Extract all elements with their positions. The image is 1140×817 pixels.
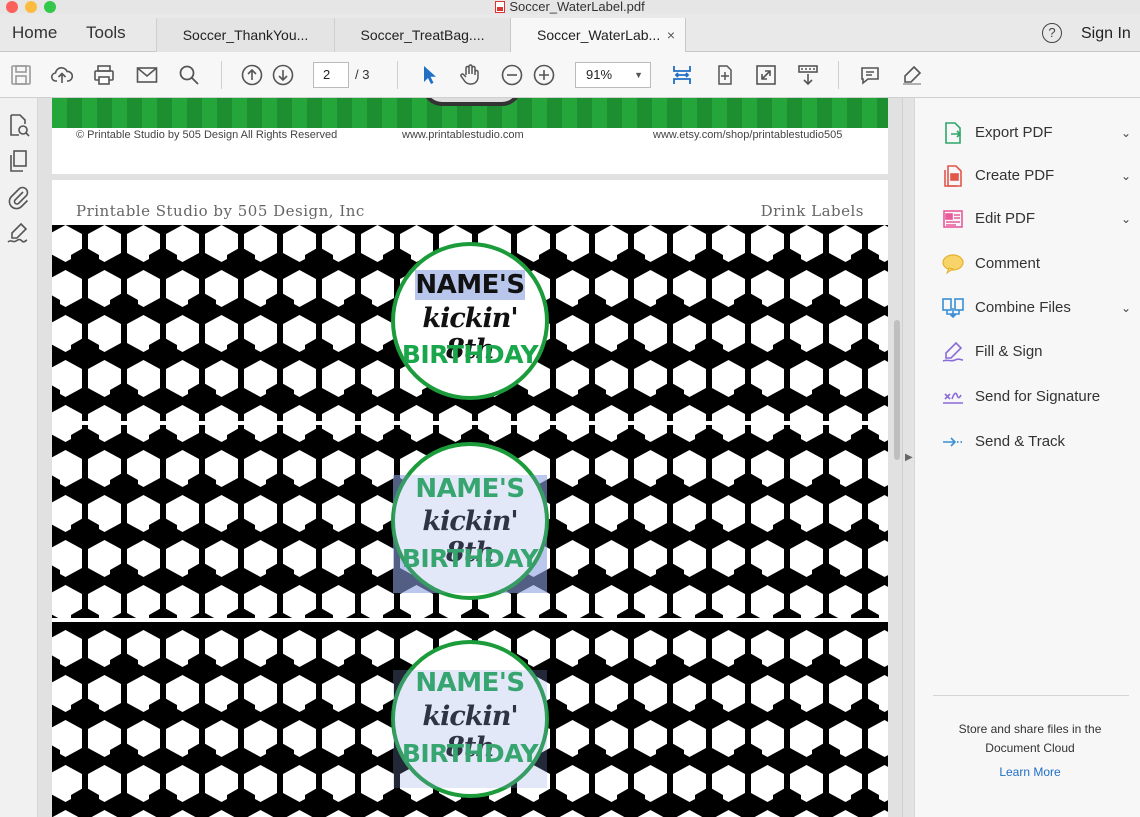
toolbar-divider [397, 61, 398, 89]
email-icon[interactable] [135, 63, 159, 87]
page-total: / 3 [355, 67, 370, 82]
zoom-out-icon[interactable] [500, 63, 524, 87]
save-icon[interactable] [9, 63, 33, 87]
tool-label: Comment [975, 255, 1041, 272]
tool-label: Send for Signature [975, 388, 1101, 405]
text-selection-overlay [393, 475, 547, 593]
full-screen-icon[interactable] [754, 63, 778, 87]
toolbar-divider [838, 61, 839, 89]
soccer-ball-graphic [422, 98, 522, 106]
tab-soccer-thankyou[interactable]: Soccer_ThankYou... [156, 18, 334, 52]
title-bar: Soccer_WaterLabel.pdf [0, 0, 1140, 14]
print-icon[interactable] [92, 63, 116, 87]
signature-icon[interactable] [5, 220, 31, 246]
combine-files-tool[interactable]: Combine Files ⌄ [941, 294, 1131, 322]
tool-label: Fill & Sign [975, 343, 1043, 360]
document-cloud-promo: Store and share files in the Document Cl… [958, 722, 1102, 755]
home-nav[interactable]: Home [12, 14, 57, 52]
hand-tool-icon[interactable] [458, 63, 482, 87]
tab-label: Soccer_WaterLab... [537, 27, 661, 43]
comment-tool[interactable]: Comment [941, 250, 1131, 278]
toolbar: 2 / 3 91% ▼ [0, 52, 1140, 98]
search-icon[interactable] [177, 63, 201, 87]
chevron-down-icon[interactable]: ⌄ [1121, 162, 1131, 190]
chevron-down-icon[interactable]: ⌄ [1121, 294, 1131, 322]
tab-soccer-waterlabel[interactable]: Soccer_WaterLab... × [510, 18, 686, 53]
page-number-input[interactable]: 2 [313, 62, 349, 88]
page-header-left: Printable Studio by 505 Design, Inc [76, 202, 365, 220]
send-signature-icon [941, 385, 965, 409]
document-viewer[interactable]: © Printable Studio by 505 Design All Rig… [39, 98, 903, 817]
toolbar-divider [221, 61, 222, 89]
fill-sign-pen-icon [941, 340, 965, 364]
comment-icon[interactable] [858, 63, 882, 87]
export-pdf-icon [941, 121, 965, 145]
chevron-down-icon[interactable]: ⌄ [1121, 119, 1131, 147]
send-track-tool[interactable]: Send & Track [941, 428, 1131, 456]
tab-bar: Home Tools Soccer_ThankYou... Soccer_Tre… [0, 14, 1140, 54]
window-title: Soccer_WaterLabel.pdf [0, 0, 1140, 14]
tool-label: Create PDF [975, 167, 1055, 184]
pdf-file-icon [495, 1, 506, 13]
chevron-down-icon[interactable]: ⌄ [1121, 205, 1131, 233]
next-page-icon[interactable] [271, 63, 295, 87]
upload-cloud-icon[interactable] [50, 63, 74, 87]
vertical-scrollbar[interactable] [894, 320, 900, 460]
pdf-page-1: © Printable Studio by 505 Design All Rig… [52, 98, 888, 174]
copyright-text: © Printable Studio by 505 Design All Rig… [76, 129, 338, 141]
previous-page-icon[interactable] [240, 63, 264, 87]
zoom-select[interactable]: 91% ▼ [575, 62, 651, 88]
tool-label: Send & Track [975, 433, 1066, 450]
tools-nav[interactable]: Tools [86, 14, 126, 52]
website-text: www.printablestudio.com [402, 129, 524, 141]
tool-label: Edit PDF [975, 210, 1036, 227]
send-for-signature-tool[interactable]: Send for Signature [941, 383, 1131, 411]
collapse-right-panel-icon[interactable]: ▶ [905, 452, 913, 463]
label-badge-1[interactable]: NAME'S kickin' 8th BIRTHDAY [391, 242, 549, 400]
scroll-mode-icon[interactable] [796, 63, 820, 87]
export-pdf-tool[interactable]: Export PDF ⌄ [941, 119, 1131, 147]
learn-more-link[interactable]: Learn More [935, 765, 1125, 779]
pdf-page-2: Printable Studio by 505 Design, Inc Drin… [52, 180, 888, 817]
text-selection-overlay [393, 670, 547, 788]
left-navigation-rail [0, 98, 38, 817]
edit-pdf-tool[interactable]: Edit PDF ⌄ [941, 205, 1131, 233]
panel-divider [933, 695, 1129, 696]
close-tab-icon[interactable]: × [667, 18, 675, 52]
rotate-page-icon[interactable] [712, 63, 736, 87]
badge-name-line: NAME'S [415, 270, 525, 300]
viewer-divider [902, 98, 903, 817]
create-pdf-tool[interactable]: Create PDF ⌄ [941, 162, 1131, 190]
send-track-arrow-icon [941, 430, 965, 454]
export-pages-icon[interactable] [5, 112, 31, 138]
tab-label: Soccer_TreatBag.... [360, 27, 485, 43]
tool-label: Export PDF [975, 124, 1053, 141]
edit-pdf-icon [941, 207, 965, 231]
tool-label: Combine Files [975, 299, 1071, 316]
zoom-in-icon[interactable] [532, 63, 556, 87]
tab-label: Soccer_ThankYou... [182, 27, 309, 43]
page-header-right: Drink Labels [760, 202, 864, 220]
attachments-icon[interactable] [5, 184, 31, 210]
badge-birthday-line: BIRTHDAY [401, 340, 539, 369]
zoom-value: 91% [586, 67, 613, 82]
select-cursor-icon[interactable] [417, 63, 441, 87]
help-icon[interactable]: ? [1042, 23, 1062, 43]
fit-width-icon[interactable] [670, 63, 694, 87]
create-pdf-icon [941, 164, 965, 188]
tab-soccer-treatbag[interactable]: Soccer_TreatBag.... [334, 18, 510, 52]
page-thumbnails-icon[interactable] [5, 148, 31, 174]
comment-bubble-icon [941, 252, 965, 276]
highlight-pen-icon[interactable] [900, 63, 924, 87]
etsy-text: www.etsy.com/shop/printablestudio505 [653, 129, 843, 141]
tools-panel: Export PDF ⌄ Create PDF ⌄ Edit PDF ⌄ Com… [914, 98, 1140, 817]
combine-files-icon [941, 296, 965, 320]
fill-sign-tool[interactable]: Fill & Sign [941, 338, 1131, 366]
chevron-down-icon: ▼ [634, 70, 643, 80]
sign-in-button[interactable]: Sign In [1081, 14, 1131, 54]
